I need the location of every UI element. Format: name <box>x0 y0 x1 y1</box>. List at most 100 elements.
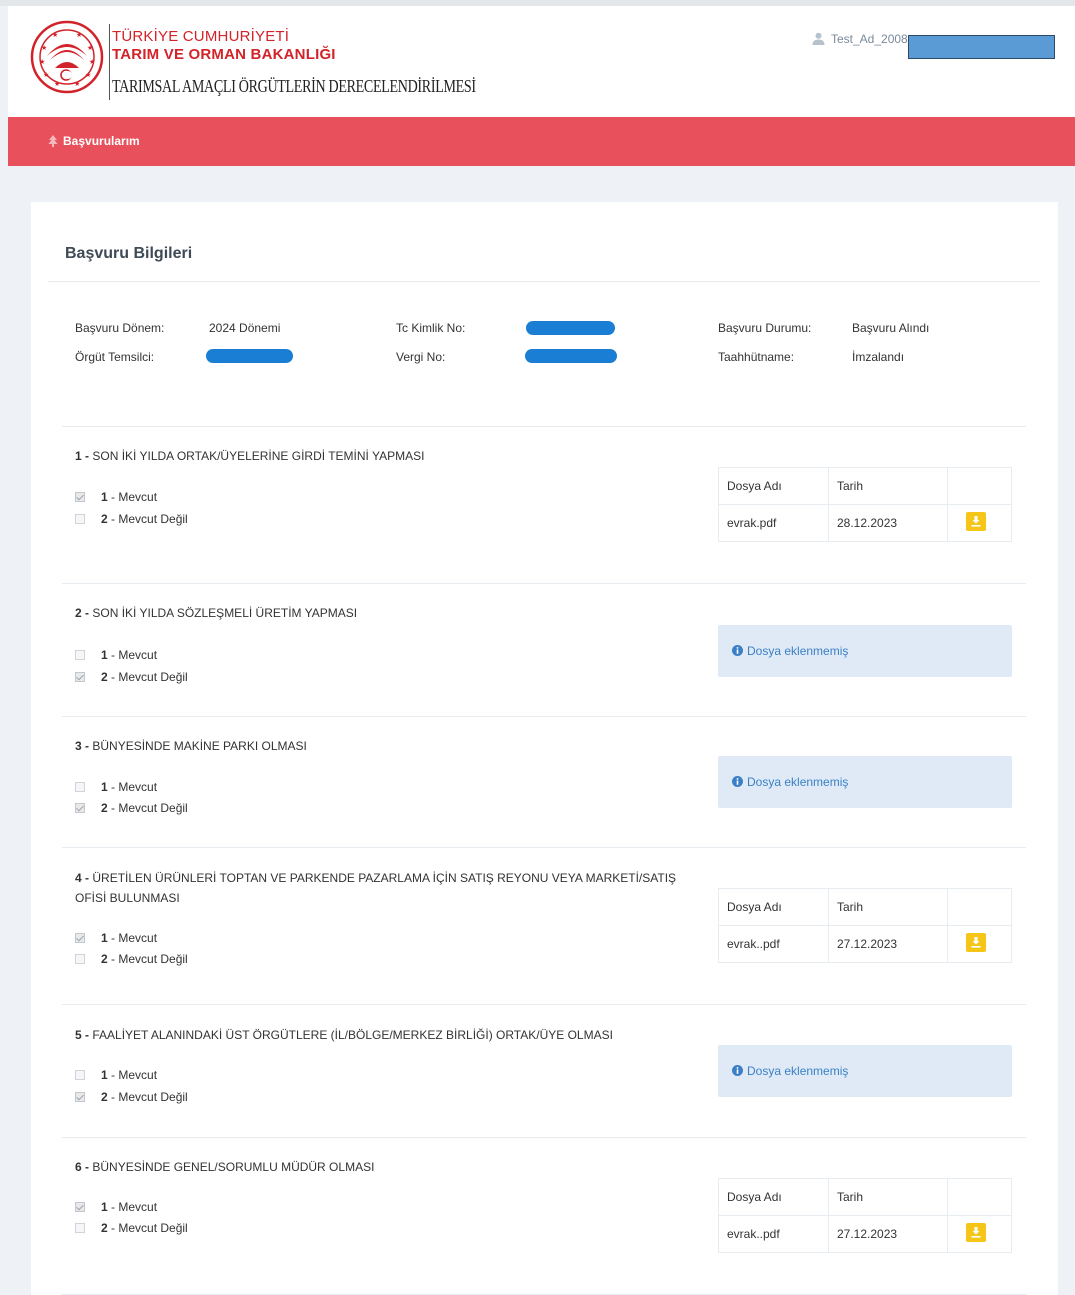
main-navbar: Başvurularım <box>8 117 1075 166</box>
file-name: evrak..pdf <box>718 1215 829 1253</box>
section-divider <box>62 716 1026 717</box>
durum-label: Başvuru Durumu: <box>718 321 812 335</box>
application-card: Başvuru Bilgileri Başvuru Dönem: 2024 Dö… <box>31 202 1058 1295</box>
no-file-alert: Dosya eklenmemiş <box>718 756 1012 808</box>
file-date: 27.12.2023 <box>828 925 948 963</box>
option-mevcut-degil[interactable]: 2 - Mevcut Değil <box>75 1221 188 1235</box>
col-date: Tarih <box>828 467 948 505</box>
option-mevcut[interactable]: 1 - Mevcut <box>75 1200 157 1214</box>
user-menu[interactable]: Test_Ad_2008 <box>812 32 908 46</box>
checkbox[interactable] <box>75 782 85 792</box>
temsilci-label: Örgüt Temsilci: <box>75 350 155 364</box>
section-divider <box>62 847 1026 848</box>
info-icon <box>732 776 743 787</box>
download-icon <box>971 516 981 527</box>
col-file-name: Dosya Adı <box>718 888 829 926</box>
checkbox[interactable] <box>75 1092 85 1102</box>
col-action <box>947 888 1012 926</box>
table-row: evrak..pdf 27.12.2023 <box>718 925 1012 963</box>
svg-text:★: ★ <box>54 80 60 88</box>
checkbox[interactable] <box>75 514 85 524</box>
section-divider <box>62 1137 1026 1138</box>
info-icon <box>732 1065 743 1076</box>
user-icon <box>812 32 825 45</box>
nav-item-label: Başvurularım <box>63 134 140 148</box>
tree-icon <box>48 135 58 147</box>
svg-text:★: ★ <box>76 31 82 39</box>
option-mevcut-degil[interactable]: 2 - Mevcut Değil <box>75 801 188 815</box>
redacted-tc <box>526 321 615 335</box>
logo-divider <box>109 24 110 100</box>
download-button[interactable] <box>966 1223 986 1242</box>
section-divider <box>62 426 1026 427</box>
user-name: Test_Ad_2008 <box>831 32 908 46</box>
file-table: Dosya Adı Tarih evrak..pdf 27.12.2023 <box>718 1178 1012 1253</box>
col-date: Tarih <box>828 888 948 926</box>
no-file-alert: Dosya eklenmemiş <box>718 1045 1012 1097</box>
durum-value: Başvuru Alındı <box>852 321 930 335</box>
brand-application: TARIMSAL AMAÇLI ÖRGÜTLERİN DERECELENDİRİ… <box>112 76 476 96</box>
brand-country: TÜRKİYE CUMHURİYETİ <box>112 28 290 45</box>
file-date: 28.12.2023 <box>828 504 948 542</box>
col-date: Tarih <box>828 1178 948 1216</box>
card-title: Başvuru Bilgileri <box>65 245 193 262</box>
section-divider <box>62 583 1026 584</box>
option-mevcut[interactable]: 1 - Mevcut <box>75 1068 157 1082</box>
checkbox[interactable] <box>75 803 85 813</box>
checkbox[interactable] <box>75 1202 85 1212</box>
nav-item-basvurularim[interactable]: Başvurularım <box>48 134 140 148</box>
svg-text:★: ★ <box>41 44 47 52</box>
checkbox[interactable] <box>75 954 85 964</box>
option-mevcut[interactable]: 1 - Mevcut <box>75 931 157 945</box>
checkbox[interactable] <box>75 1070 85 1080</box>
checkbox[interactable] <box>75 1223 85 1233</box>
redacted-user-info <box>908 35 1055 59</box>
info-icon <box>732 645 743 656</box>
site-header: ★ ★ ★ ★ ★ ★ ★ ★ ★ ★ TÜRKİYE CUMHURİYETİ TARIM … <box>8 6 1075 117</box>
question-title: 2 - SON İKİ YILDA SÖZLEŞMELİ ÜRETİM YAPM… <box>75 606 358 620</box>
alert-text: Dosya eklenmemiş <box>747 775 849 789</box>
svg-text:★: ★ <box>39 58 45 66</box>
donem-label: Başvuru Dönem: <box>75 321 165 335</box>
section-divider <box>62 1004 1026 1005</box>
tc-label: Tc Kimlik No: <box>396 321 466 335</box>
checkbox[interactable] <box>75 650 85 660</box>
download-icon <box>971 937 981 948</box>
question-title: 5 - FAALİYET ALANINDAKİ ÜST ÖRGÜTLERE (İ… <box>75 1028 613 1042</box>
question-title: 4 - ÜRETİLEN ÜRÜNLERİ TOPTAN VE PARKENDE… <box>75 871 677 905</box>
download-button[interactable] <box>966 512 986 531</box>
option-mevcut[interactable]: 1 - Mevcut <box>75 648 157 662</box>
no-file-alert: Dosya eklenmemiş <box>718 625 1012 677</box>
option-mevcut-degil[interactable]: 2 - Mevcut Değil <box>75 512 188 526</box>
download-button[interactable] <box>966 933 986 952</box>
alert-text: Dosya eklenmemiş <box>747 644 849 658</box>
download-icon <box>971 1227 981 1238</box>
svg-text:★: ★ <box>74 80 80 88</box>
col-action <box>947 1178 1012 1216</box>
question-title: 3 - BÜNYESİNDE MAKİNE PARKI OLMASI <box>75 739 307 753</box>
checkbox[interactable] <box>75 933 85 943</box>
file-table: Dosya Adı Tarih evrak..pdf 27.12.2023 <box>718 888 1012 963</box>
checkbox[interactable] <box>75 492 85 502</box>
brand-ministry: TARIM VE ORMAN BAKANLIĞI <box>112 46 336 63</box>
file-table: Dosya Adı Tarih evrak.pdf 28.12.2023 <box>718 467 1012 542</box>
option-mevcut-degil[interactable]: 2 - Mevcut Değil <box>75 952 188 966</box>
checkbox[interactable] <box>75 672 85 682</box>
file-date: 27.12.2023 <box>828 1215 948 1253</box>
option-mevcut[interactable]: 1 - Mevcut <box>75 490 157 504</box>
file-name: evrak.pdf <box>718 504 829 542</box>
question-title: 6 - BÜNYESİNDE GENEL/SORUMLU MÜDÜR OLMAS… <box>75 1160 375 1174</box>
redacted-vergi <box>525 349 617 363</box>
option-mevcut-degil[interactable]: 2 - Mevcut Değil <box>75 670 188 684</box>
donem-value: 2024 Dönemi <box>209 321 281 335</box>
col-file-name: Dosya Adı <box>718 1178 829 1216</box>
alert-text: Dosya eklenmemiş <box>747 1064 849 1078</box>
svg-text:★: ★ <box>52 31 58 39</box>
ministry-logo: ★ ★ ★ ★ ★ ★ ★ ★ ★ ★ <box>30 20 104 94</box>
option-mevcut[interactable]: 1 - Mevcut <box>75 780 157 794</box>
option-mevcut-degil[interactable]: 2 - Mevcut Değil <box>75 1090 188 1104</box>
taahhut-value: İmzalandı <box>852 350 905 364</box>
svg-text:★: ★ <box>85 71 91 79</box>
card-divider <box>48 281 1040 282</box>
file-name: evrak..pdf <box>718 925 829 963</box>
